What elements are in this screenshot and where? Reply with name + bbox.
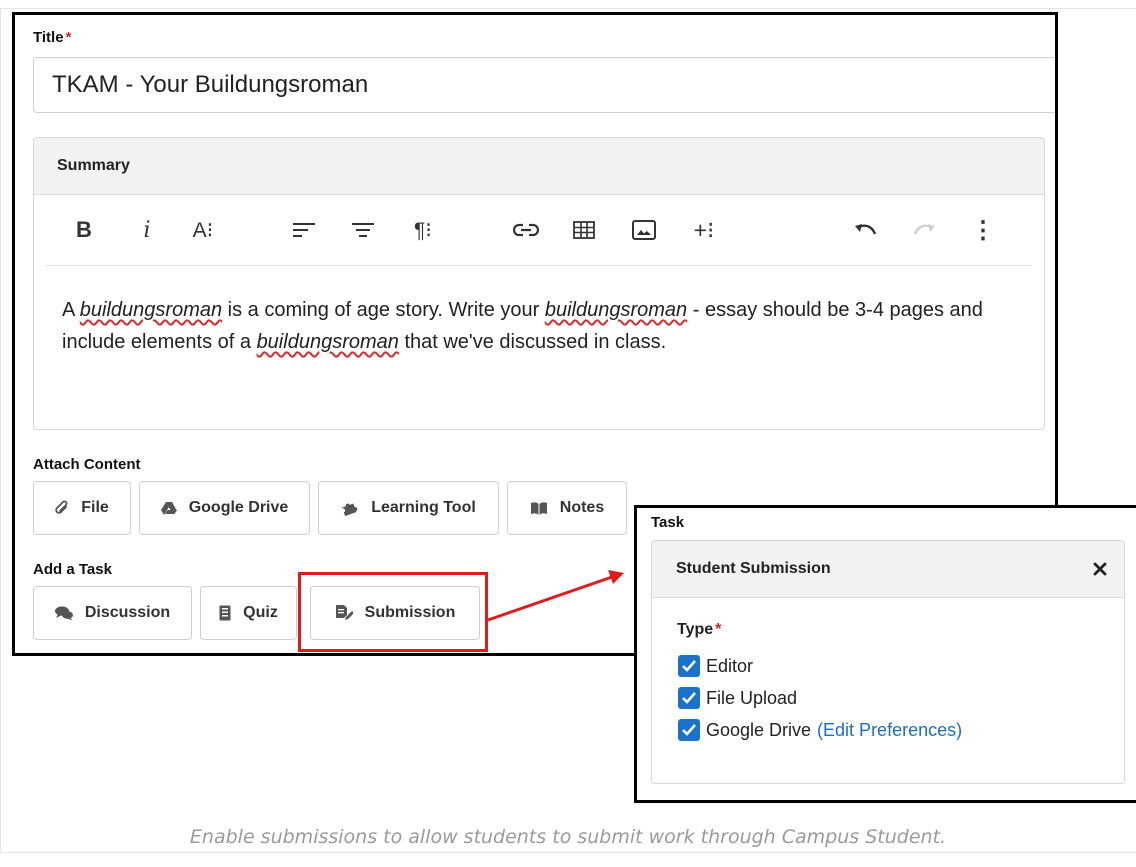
task-label: Task (651, 514, 685, 531)
student-submission-title: Student Submission (676, 560, 831, 577)
checkmark-icon (682, 724, 696, 736)
required-mark: * (715, 621, 722, 638)
type-label: Type * (677, 621, 722, 638)
editor-checkbox[interactable] (678, 655, 700, 677)
file-upload-option: File Upload (678, 687, 797, 709)
file-upload-checkbox[interactable] (678, 687, 700, 709)
checkmark-icon (682, 692, 696, 704)
student-submission-header: Student Submission (652, 541, 1124, 598)
google-drive-option: Google Drive (Edit Preferences) (678, 719, 962, 741)
google-drive-checkbox[interactable] (678, 719, 700, 741)
google-drive-option-label: Google Drive (706, 719, 812, 740)
edit-preferences-link[interactable]: (Edit Preferences) (817, 720, 962, 741)
task-panel: Task Student Submission Type * Editor Fil… (634, 505, 1136, 803)
editor-option-label: Editor (706, 655, 754, 676)
editor-option: Editor (678, 655, 753, 677)
close-icon[interactable] (1092, 561, 1108, 577)
student-submission-card: Student Submission Type * Editor File Upl… (651, 540, 1125, 784)
checkmark-icon (682, 660, 696, 672)
file-upload-option-label: File Upload (706, 687, 798, 708)
caption: Enable submissions to allow students to … (189, 826, 947, 848)
